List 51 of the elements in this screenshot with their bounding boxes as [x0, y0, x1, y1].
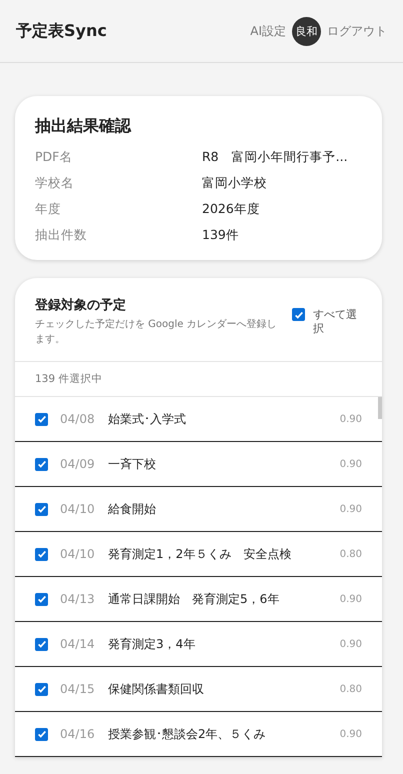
field-value: 富岡小学校 — [202, 175, 268, 192]
scrollbar-thumb[interactable] — [378, 397, 382, 419]
event-checkbox[interactable] — [35, 638, 48, 650]
field-value: R8 富岡小年間行事予... — [202, 149, 349, 166]
user-avatar[interactable]: 良和 — [292, 16, 321, 46]
select-all-checkbox[interactable] — [292, 308, 305, 321]
event-checkbox[interactable] — [35, 458, 48, 470]
event-checkbox[interactable] — [35, 728, 48, 740]
selected-count: 139 件選択中 — [15, 362, 382, 397]
event-title: 通常日課開始 発育測定5，6年 — [108, 590, 280, 608]
field-value: 139件 — [202, 227, 240, 244]
app-title: 予定表Sync — [16, 20, 107, 42]
event-title: 保健関係書類回収 — [108, 680, 205, 698]
card-title: 抽出結果確認 — [35, 116, 132, 137]
event-title: 授業参観･懇談会2年、５くみ — [108, 726, 267, 742]
confidence-score: 0.90 — [340, 458, 362, 470]
description-text: チェックした予定だけを Google カレンダーへ登録します。 — [35, 318, 278, 346]
ai-settings-link[interactable]: AI設定 — [250, 22, 286, 40]
confidence-score: 0.80 — [340, 548, 362, 560]
event-title: 給食開始 — [108, 500, 157, 518]
event-date: 04/13 — [60, 592, 96, 606]
confidence-score: 0.90 — [340, 638, 362, 650]
confidence-score: 0.90 — [340, 728, 362, 740]
logout-link[interactable]: ログアウト — [327, 22, 387, 40]
field-label: 年度 — [35, 201, 62, 218]
event-checkbox[interactable] — [35, 502, 48, 516]
card-title: 登録対象の予定 — [35, 296, 127, 314]
select-all-label: すべて選択 — [313, 308, 358, 337]
event-date: 04/14 — [60, 637, 96, 651]
field-value: 2026年度 — [202, 201, 261, 218]
event-date: 04/15 — [60, 682, 96, 696]
confidence-score: 0.90 — [340, 594, 362, 604]
event-title: 発育測定3，4年 — [108, 636, 196, 652]
event-date: 04/10 — [60, 547, 96, 561]
field-label: 抽出件数 — [35, 227, 88, 244]
event-checkbox[interactable] — [35, 682, 48, 696]
event-date: 04/08 — [60, 412, 96, 426]
event-date: 04/10 — [60, 502, 96, 516]
event-checkbox[interactable] — [35, 592, 48, 606]
field-label: 学校名 — [35, 175, 75, 192]
confidence-score: 0.80 — [340, 684, 362, 694]
event-title: 一斉下校 — [108, 456, 157, 472]
event-title: 始業式･入学式 — [108, 410, 187, 428]
field-label: PDF名 — [35, 149, 74, 166]
event-date: 04/09 — [60, 457, 96, 471]
event-title: 発育測定1，2年５くみ 安全点検 — [108, 546, 292, 562]
event-checkbox[interactable] — [35, 412, 48, 426]
confidence-score: 0.90 — [340, 414, 362, 424]
event-date: 04/16 — [60, 727, 96, 741]
confidence-score: 0.90 — [340, 504, 362, 514]
event-checkbox[interactable] — [35, 548, 48, 560]
